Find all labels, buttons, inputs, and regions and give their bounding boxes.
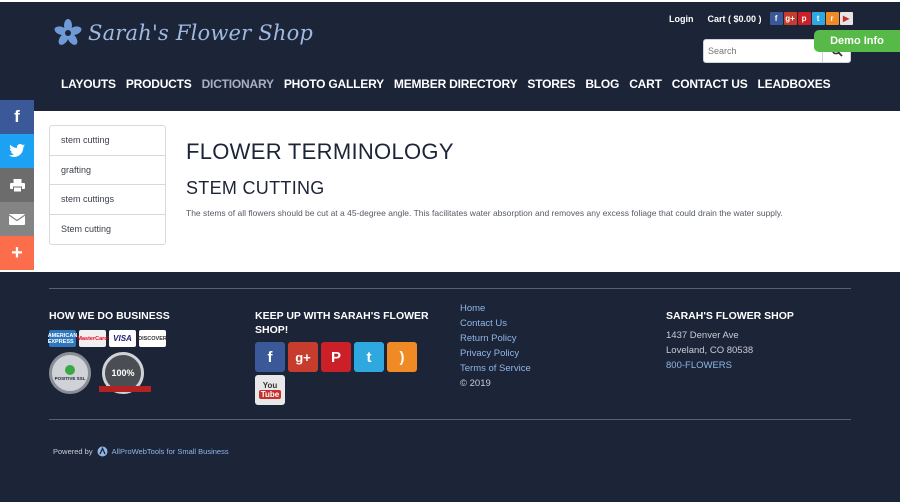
twitter-icon[interactable]: t xyxy=(354,342,384,372)
footer-social-icons: f g+ P t ) You Tube xyxy=(255,342,420,405)
main-content: stem cutting grafting stem cuttings Stem… xyxy=(0,111,900,272)
term-list-item[interactable]: Stem cutting xyxy=(50,215,165,245)
phone-link[interactable]: 800-FLOWERS xyxy=(666,360,753,372)
page: Sarah's Flower Shop Login Cart ( $0.00 )… xyxy=(0,2,900,502)
shop-address: 1437 Denver Ave Loveland, CO 80538 800-F… xyxy=(666,330,753,372)
footer-link-terms-of-service[interactable]: Terms of Service xyxy=(460,363,531,375)
twitter-icon[interactable]: t xyxy=(811,12,825,25)
share-email-button[interactable] xyxy=(0,202,34,236)
discover-card-icon: DISCOVER xyxy=(138,330,167,347)
cart-link[interactable]: Cart ( $0.00 ) xyxy=(708,14,762,24)
pinterest-icon[interactable]: p xyxy=(797,12,811,25)
share-facebook-button[interactable]: f xyxy=(0,100,34,134)
visa-card-icon: VISA xyxy=(109,330,136,347)
term-list-item[interactable]: grafting xyxy=(50,156,165,185)
print-icon xyxy=(9,178,25,192)
social-heading: KEEP UP WITH SARAH'S FLOWER SHOP! xyxy=(255,310,429,336)
payment-cards: AMERICAN EXPRESS MasterCard VISA DISCOVE… xyxy=(48,330,167,347)
nav-item-member-directory[interactable]: MEMBER DIRECTORY xyxy=(394,77,518,91)
facebook-icon[interactable]: f xyxy=(255,342,285,372)
rss-icon[interactable]: r xyxy=(825,12,839,25)
guarantee-ribbon xyxy=(99,386,151,392)
footer-links: Home Contact Us Return Policy Privacy Po… xyxy=(460,303,531,390)
search-input[interactable] xyxy=(704,40,822,62)
positive-ssl-seal: POSITIVE SSL xyxy=(49,352,91,394)
facebook-icon[interactable]: f xyxy=(769,12,783,25)
powered-by: Powered by AllProWebTools for Small Busi… xyxy=(53,446,229,457)
login-link[interactable]: Login xyxy=(669,14,694,24)
guarantee-label: 100% xyxy=(111,368,135,378)
footer-divider xyxy=(49,419,851,420)
plus-icon: + xyxy=(11,241,23,264)
powered-by-prefix: Powered by xyxy=(53,447,93,456)
site-footer: HOW WE DO BUSINESS AMERICAN EXPRESS Mast… xyxy=(0,272,900,502)
email-icon xyxy=(9,213,25,225)
term-list: stem cutting grafting stem cuttings Stem… xyxy=(49,125,166,245)
term-content: FLOWER TERMINOLOGY STEM CUTTING The stem… xyxy=(186,139,866,218)
business-heading: HOW WE DO BUSINESS xyxy=(49,310,170,322)
nav-item-photo-gallery[interactable]: PHOTO GALLERY xyxy=(284,77,384,91)
site-logo[interactable]: Sarah's Flower Shop xyxy=(54,19,313,47)
share-bar: f + xyxy=(0,100,34,270)
lock-icon xyxy=(65,365,75,375)
footer-link-contact-us[interactable]: Contact Us xyxy=(460,318,531,330)
facebook-icon: f xyxy=(14,107,20,126)
powered-by-link[interactable]: AllProWebTools for Small Business xyxy=(112,447,229,456)
nav-item-layouts[interactable]: LAYOUTS xyxy=(61,77,116,91)
nav-item-blog[interactable]: BLOG xyxy=(585,77,619,91)
copyright-text: © 2019 xyxy=(460,378,491,389)
site-header: Sarah's Flower Shop Login Cart ( $0.00 )… xyxy=(0,2,900,111)
nav-item-products[interactable]: PRODUCTS xyxy=(126,77,192,91)
address-line-2: Loveland, CO 80538 xyxy=(666,345,754,356)
amex-card-icon: AMERICAN EXPRESS xyxy=(48,330,77,347)
demo-info-tab[interactable]: Demo Info xyxy=(814,30,900,52)
utility-bar: Login Cart ( $0.00 ) f g+ p t r ▶ xyxy=(669,12,853,25)
footer-link-privacy-policy[interactable]: Privacy Policy xyxy=(460,348,531,360)
address-line-1: 1437 Denver Ave xyxy=(666,330,739,341)
positive-ssl-label: POSITIVE SSL xyxy=(54,376,86,381)
nav-item-leadboxes[interactable]: LEADBOXES xyxy=(758,77,831,91)
nav-item-contact-us[interactable]: CONTACT US xyxy=(672,77,748,91)
share-more-button[interactable]: + xyxy=(0,236,34,270)
google-plus-icon[interactable]: g+ xyxy=(288,342,318,372)
pinterest-icon[interactable]: P xyxy=(321,342,351,372)
shop-heading: SARAH'S FLOWER SHOP xyxy=(666,310,794,322)
share-twitter-button[interactable] xyxy=(0,134,34,168)
main-nav: LAYOUTS PRODUCTS DICTIONARY PHOTO GALLER… xyxy=(61,77,831,91)
term-description: The stems of all flowers should be cut a… xyxy=(186,208,783,218)
rss-icon[interactable]: ) xyxy=(387,342,417,372)
header-social-icons: f g+ p t r ▶ xyxy=(769,12,853,25)
page-title: FLOWER TERMINOLOGY xyxy=(186,139,454,164)
youtube-icon[interactable]: You Tube xyxy=(255,375,285,405)
nav-item-dictionary[interactable]: DICTIONARY xyxy=(202,77,274,91)
footer-link-return-policy[interactable]: Return Policy xyxy=(460,333,531,345)
mastercard-icon: MasterCard xyxy=(77,330,108,347)
footer-link-home[interactable]: Home xyxy=(460,303,531,315)
footer-divider xyxy=(49,288,851,289)
logo-text: Sarah's Flower Shop xyxy=(88,21,314,45)
allprowebtools-logo-icon xyxy=(97,446,108,457)
youtube-icon[interactable]: ▶ xyxy=(839,12,853,25)
term-heading: STEM CUTTING xyxy=(186,178,325,198)
nav-item-stores[interactable]: STORES xyxy=(527,77,575,91)
flower-logo-icon xyxy=(54,19,82,45)
nav-item-cart[interactable]: CART xyxy=(629,77,662,91)
term-list-item[interactable]: stem cutting xyxy=(50,126,165,156)
term-list-item[interactable]: stem cuttings xyxy=(50,185,165,215)
share-print-button[interactable] xyxy=(0,168,34,202)
twitter-icon xyxy=(9,144,25,157)
google-plus-icon[interactable]: g+ xyxy=(783,12,797,25)
